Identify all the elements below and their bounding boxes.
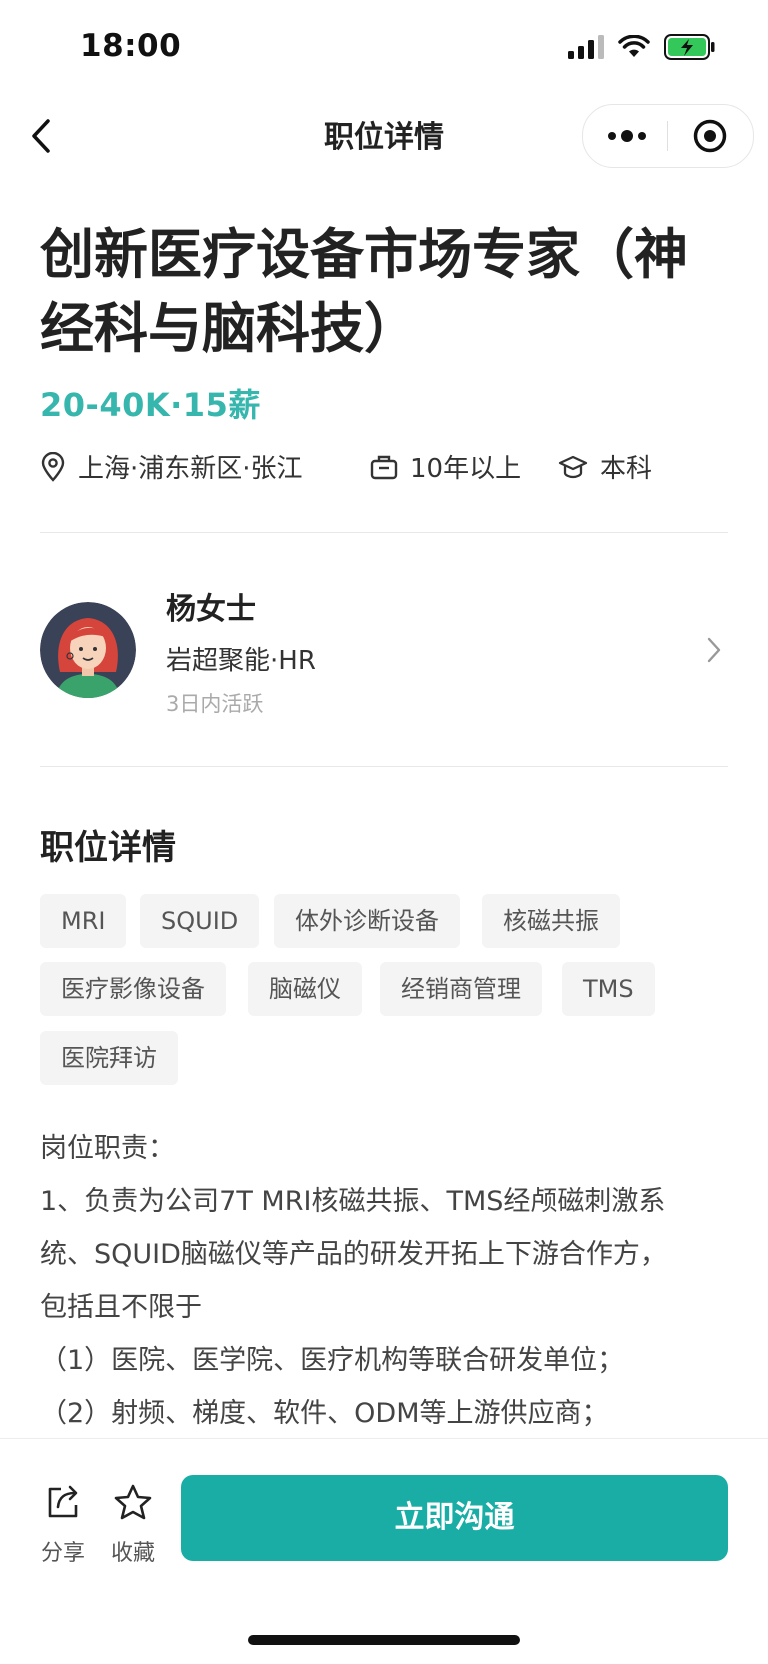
- status-icons: [568, 34, 716, 60]
- recruiter-name[interactable]: 杨女士: [166, 584, 256, 628]
- education-text: 本科: [600, 454, 653, 484]
- share-icon: [48, 1485, 78, 1518]
- description-line: 包括且不限于: [40, 1292, 202, 1323]
- section-title: 职位详情: [40, 828, 176, 868]
- skill-tag: 核磁共振: [482, 894, 620, 948]
- skill-tag: SQUID: [140, 894, 260, 948]
- location-pin-icon: [41, 451, 65, 482]
- close-miniprogram-icon[interactable]: [693, 119, 727, 153]
- chat-now-button[interactable]: 立即沟通: [181, 1475, 728, 1561]
- job-title: 创新医疗设备市场专家（神经科与脑科技）: [40, 223, 688, 360]
- recruiter-active-status: 3日内活跃: [166, 692, 264, 716]
- avatar-illustration: [40, 602, 136, 698]
- job-education: 本科: [558, 448, 652, 485]
- job-location: 上海·浦东新区·张江: [40, 448, 303, 485]
- description-line: （1）医院、医学院、医疗机构等联合研发单位；: [40, 1345, 625, 1376]
- home-indicator: [248, 1635, 520, 1645]
- skill-tag: 体外诊断设备: [274, 894, 460, 948]
- battery-charging-icon: [664, 34, 715, 60]
- wifi-icon: [618, 35, 650, 57]
- miniprogram-capsule: [582, 104, 754, 168]
- recruiter-avatar[interactable]: [40, 602, 136, 698]
- cellular-signal-icon: [568, 35, 604, 59]
- location-text: 上海·浦东新区·张江: [78, 454, 303, 484]
- divider: [40, 766, 728, 767]
- chevron-right-icon[interactable]: [704, 634, 724, 666]
- favorite-button[interactable]: 收藏: [103, 1483, 163, 1567]
- divider: [40, 532, 728, 533]
- job-description: 岗位职责： 1、负责为公司7T MRI核磁共振、TMS经颅磁刺激系 统、SQUI…: [40, 1122, 730, 1440]
- bottom-action-bar: 分享 收藏 立即沟通: [0, 1438, 768, 1664]
- graduation-cap-icon: [558, 455, 588, 478]
- star-icon: [114, 1484, 152, 1520]
- share-button[interactable]: 分享: [33, 1483, 93, 1567]
- status-time: 18:00: [80, 28, 182, 64]
- favorite-label: 收藏: [110, 1541, 155, 1566]
- skill-tag: 脑磁仪: [248, 962, 362, 1016]
- experience-text: 10年以上: [410, 454, 522, 484]
- skill-tag: 医疗影像设备: [40, 962, 226, 1016]
- description-line: 统、SQUID脑磁仪等产品的研发开拓上下游合作方，: [40, 1239, 667, 1270]
- salary: 20-40K·15薪: [40, 386, 261, 424]
- description-line: 1、负责为公司7T MRI核磁共振、TMS经颅磁刺激系: [40, 1186, 666, 1217]
- skill-tag: TMS: [562, 962, 655, 1016]
- description-line: 岗位职责：: [40, 1133, 175, 1164]
- capsule-divider: [667, 121, 668, 151]
- skill-tag: MRI: [40, 894, 127, 948]
- job-experience: 10年以上: [370, 448, 521, 485]
- share-label: 分享: [40, 1541, 85, 1566]
- skill-tag: 医院拜访: [40, 1031, 178, 1085]
- recruiter-company: 岩超聚能·HR: [166, 646, 316, 676]
- briefcase-icon: [370, 455, 398, 479]
- more-options-icon[interactable]: [607, 123, 647, 149]
- skill-tag: 经销商管理: [380, 962, 542, 1016]
- description-line: （2）射频、梯度、软件、ODM等上游供应商；: [40, 1398, 609, 1429]
